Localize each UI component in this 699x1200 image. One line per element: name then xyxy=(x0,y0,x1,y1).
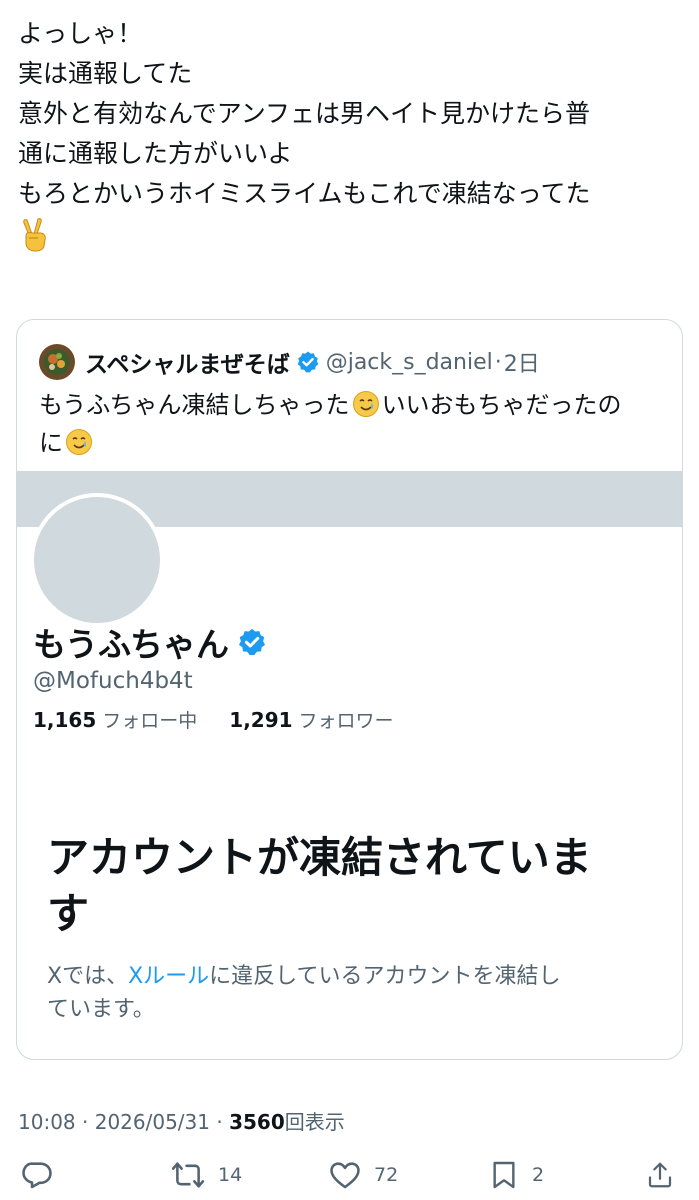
quote-text-line: もうふちゃん凍結しちゃった いいおもちゃだったの xyxy=(39,386,669,424)
avatar[interactable] xyxy=(39,344,75,380)
quote-author-name[interactable]: スペシャルまぜそば xyxy=(85,345,290,379)
like-count: 72 xyxy=(374,1164,399,1186)
profile-name: もうふちゃん xyxy=(33,625,230,664)
quote-text: もうふちゃん凍結しちゃった いいおもちゃだったの に xyxy=(39,386,669,462)
follow-stats: 1,165 フォロー中 1,291 フォロワー xyxy=(33,706,394,733)
suspended-title: アカウントが凍結されていま す xyxy=(47,830,667,942)
desc-text: Xでは、 xyxy=(47,964,129,989)
tweet-line: 意外と有効なんでアンフェは男ヘイト見かけたら普 xyxy=(18,99,591,128)
reply-button[interactable] xyxy=(20,1158,66,1192)
suspended-title-line: す xyxy=(47,889,90,938)
separator-dot: · xyxy=(82,1110,89,1134)
quote-tweet-card[interactable]: スペシャルまぜそば @jack_s_daniel · 2日 もうふちゃん凍結しち… xyxy=(16,319,683,1060)
smiling-face-with-tear-icon xyxy=(352,391,379,417)
view-label: 回表示 xyxy=(284,1110,345,1134)
heart-icon xyxy=(330,1162,360,1189)
verified-badge-icon xyxy=(297,351,319,373)
victory-hand-icon xyxy=(23,218,46,252)
tweet-line: もろとかいうホイミスライムもこれで凍結なってた xyxy=(18,179,591,208)
tweet-line: 通に通報した方がいいよ xyxy=(18,139,293,168)
suspended-title-line: アカウントが凍結されていま xyxy=(47,833,592,882)
following-count: 1,165 xyxy=(33,708,97,732)
tweet-time[interactable]: 10:08 xyxy=(18,1110,76,1134)
retweet-button[interactable]: 14 xyxy=(170,1158,242,1192)
tweet-date[interactable]: 2026/05/31 xyxy=(95,1110,210,1134)
tweet-text: よっしゃ！ 実は通報してた 意外と有効なんでアンフェは男ヘイト見かけたら普 通に… xyxy=(18,14,688,252)
like-button[interactable]: 72 xyxy=(328,1158,398,1192)
bookmark-count: 2 xyxy=(532,1164,545,1186)
reply-icon xyxy=(22,1162,52,1189)
share-icon xyxy=(648,1162,672,1188)
profile-name-row: もうふちゃん xyxy=(33,618,267,666)
profile-handle: @Mofuch4b4t xyxy=(33,668,193,694)
food-photo-icon xyxy=(39,344,75,380)
quote-header: スペシャルまぜそば @jack_s_daniel · 2日 xyxy=(39,344,540,380)
retweet-icon xyxy=(171,1162,205,1188)
suspended-description: Xでは、Xルールに違反しているアカウントを凍結し ています。 xyxy=(47,960,657,1026)
suspended-desc-line: ています。 xyxy=(47,997,155,1022)
retweet-count: 14 xyxy=(218,1164,243,1186)
tweet-meta: 10:08 · 2026/05/31 · 3560回表示 xyxy=(18,1106,345,1135)
following-label: フォロー中 xyxy=(102,710,198,732)
action-bar: 14 72 2 xyxy=(0,1158,699,1198)
followers-label: フォロワー xyxy=(298,710,394,732)
x-rules-link[interactable]: Xルール xyxy=(128,964,209,989)
quote-author-handle[interactable]: @jack_s_daniel xyxy=(326,350,493,375)
separator-dot: · xyxy=(494,349,502,375)
bookmark-icon xyxy=(493,1161,515,1189)
followers-count: 1,291 xyxy=(229,708,293,732)
share-button[interactable] xyxy=(645,1158,675,1192)
profile-avatar xyxy=(30,493,164,627)
separator-dot: · xyxy=(216,1110,223,1134)
suspended-desc-line: Xでは、Xルールに違反しているアカウントを凍結し xyxy=(47,960,657,993)
smiling-face-with-tear-icon xyxy=(66,429,92,455)
tweet-line: よっしゃ！ xyxy=(18,19,143,48)
quote-text-line: に xyxy=(39,424,669,462)
quote-text-segment: もうふちゃん凍結しちゃった xyxy=(39,391,350,419)
quote-timestamp[interactable]: 2日 xyxy=(504,346,540,378)
tweet-line: 実は通報してた xyxy=(18,59,193,88)
bookmark-button[interactable]: 2 xyxy=(488,1158,544,1192)
view-count: 3560 xyxy=(229,1110,285,1134)
desc-text: に違反しているアカウントを凍結し xyxy=(209,964,561,989)
verified-badge-icon xyxy=(239,628,266,655)
quote-text-segment: に xyxy=(39,429,63,457)
quote-text-segment: いいおもちゃだったの xyxy=(381,391,622,419)
